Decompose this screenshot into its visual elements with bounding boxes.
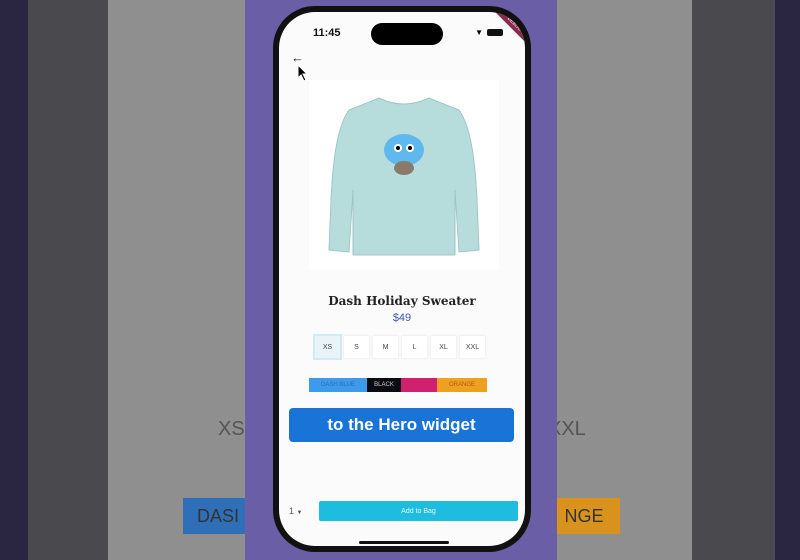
quantity-value: 1 bbox=[289, 506, 295, 516]
size-option-xl[interactable]: XL bbox=[431, 336, 456, 358]
size-option-xs[interactable]: XS bbox=[315, 336, 340, 358]
add-to-bag-button[interactable]: Add to Bag bbox=[319, 501, 518, 521]
color-option-2[interactable] bbox=[401, 378, 437, 392]
bg-color-left-label: DASI bbox=[196, 505, 239, 526]
back-arrow-icon[interactable]: ← bbox=[291, 50, 304, 65]
product-image bbox=[309, 80, 499, 270]
battery-icon bbox=[487, 29, 503, 36]
size-option-xxl[interactable]: XXL bbox=[460, 336, 485, 358]
color-option-0[interactable]: DASH BLUE bbox=[309, 378, 367, 392]
status-icons: ▼ bbox=[475, 28, 503, 37]
bg-size-xs: XS bbox=[218, 418, 245, 440]
quantity-dropdown[interactable]: 1 ▼ bbox=[289, 506, 302, 516]
home-indicator bbox=[359, 541, 449, 544]
color-option-3[interactable]: ORANGE bbox=[437, 378, 487, 392]
color-option-1[interactable]: BLACK bbox=[367, 378, 401, 392]
color-selector: DASH BLUE BLACK ORANGE bbox=[309, 378, 487, 392]
product-price: $49 bbox=[392, 312, 412, 324]
wifi-icon: ▼ bbox=[475, 28, 483, 37]
bg-color-right: NGE bbox=[548, 498, 620, 534]
chevron-down-icon: ▼ bbox=[296, 510, 303, 516]
dynamic-island bbox=[371, 23, 443, 45]
product-title: Dash Holiday Sweater bbox=[328, 294, 476, 308]
caption-overlay: to the Hero widget bbox=[289, 408, 514, 442]
size-option-s[interactable]: S bbox=[344, 336, 369, 358]
blurred-background-left bbox=[28, 0, 245, 560]
size-option-l[interactable]: L bbox=[402, 336, 427, 358]
size-option-m[interactable]: M bbox=[373, 336, 398, 358]
status-time: 11:45 bbox=[313, 27, 341, 39]
phone-frame: 11:45 ▼ DEBUG ← Dash Holiday Sweater $49… bbox=[273, 6, 531, 552]
mouse-cursor-icon bbox=[297, 64, 309, 82]
bg-color-left: DASI bbox=[183, 498, 253, 534]
bg-color-right-label: NGE bbox=[564, 505, 604, 526]
blurred-background-right bbox=[557, 0, 775, 560]
phone-screen: 11:45 ▼ DEBUG ← Dash Holiday Sweater $49… bbox=[279, 12, 525, 546]
size-selector: XS S M L XL XXL bbox=[315, 336, 485, 358]
